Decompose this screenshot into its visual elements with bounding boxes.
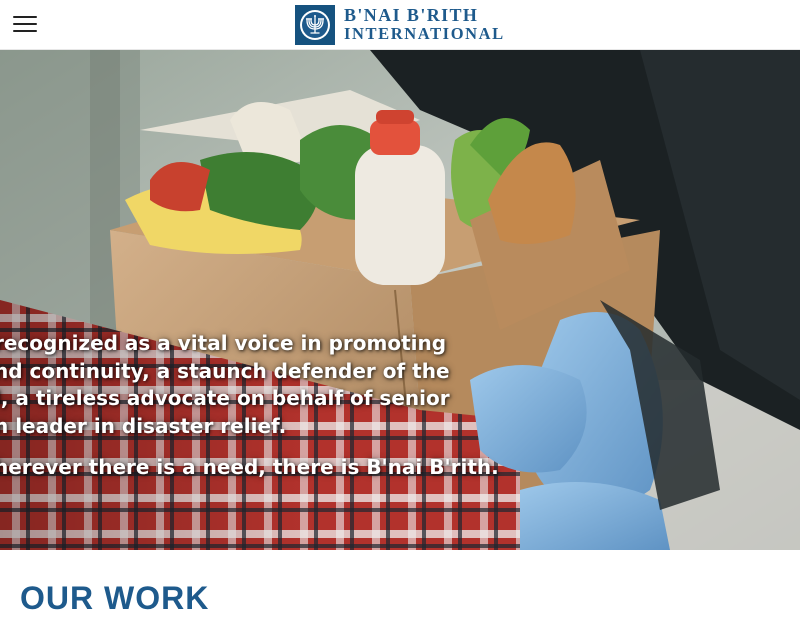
hero-text-line: n leader in disaster relief. <box>0 413 287 438</box>
logo-line1: B'NAI B'RITH <box>344 5 479 26</box>
hamburger-menu-icon[interactable] <box>13 15 37 35</box>
section-title-our-work: OUR WORK <box>20 580 210 616</box>
site-header: B'NAI B'RITH INTERNATIONAL <box>0 0 800 50</box>
logo-wordmark: B'NAI B'RITH INTERNATIONAL <box>344 6 505 43</box>
hero-text-line: recognized as a vital voice in promoting <box>0 331 447 355</box>
menorah-icon <box>295 4 335 45</box>
logo-line2: INTERNATIONAL <box>344 24 505 44</box>
hero-text-line: nd continuity, a staunch defender of the <box>0 358 450 383</box>
hero-tagline: herever there is a need, there is B'nai … <box>0 455 499 479</box>
hero-text-line: l, a tireless advocate on behalf of seni… <box>0 386 450 410</box>
hero-banner: recognized as a vital voice in promoting… <box>0 50 800 550</box>
site-logo[interactable]: B'NAI B'RITH INTERNATIONAL <box>295 4 505 45</box>
hero-text: recognized as a vital voice in promoting… <box>0 330 499 482</box>
